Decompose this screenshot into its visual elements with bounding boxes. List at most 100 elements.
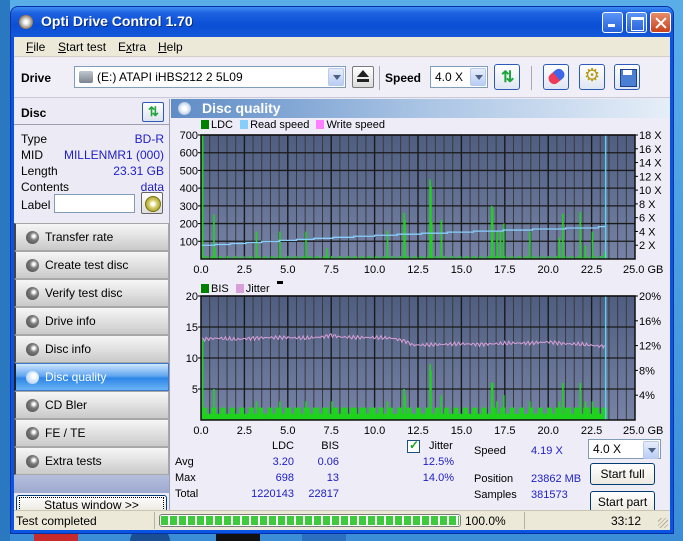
- bis-spike: [503, 395, 505, 420]
- toolbar-divider: [531, 66, 532, 90]
- refresh-button[interactable]: [494, 64, 520, 90]
- eraser-icon[interactable]: [543, 64, 569, 90]
- chevron-down-icon[interactable]: [643, 441, 659, 459]
- settings-gear-icon[interactable]: [579, 64, 605, 90]
- x-tick-label: 7.5: [324, 264, 339, 276]
- minimize-button[interactable]: [602, 12, 623, 33]
- y-tick-label: 5: [192, 384, 198, 396]
- jitter-checkbox[interactable]: [407, 438, 420, 453]
- y2-tick-label: 16%: [639, 316, 661, 328]
- x-tick-label: 2.5: [237, 264, 252, 276]
- menu-label: tra: [132, 40, 147, 54]
- legend-marker: [276, 281, 283, 284]
- nav-spacer: [14, 475, 169, 493]
- test-speed-select[interactable]: 4.0 X: [588, 439, 661, 459]
- disc-label-input[interactable]: [54, 194, 135, 213]
- drive-info-icon: [26, 315, 39, 328]
- nav-create-test-disc[interactable]: Create test disc: [14, 251, 169, 279]
- extra-tests-icon: [26, 455, 39, 468]
- y2-tick-label: 4 X: [639, 226, 656, 238]
- y-tick-label: 100: [180, 236, 198, 248]
- progress-percent: 100.0%: [465, 514, 506, 528]
- speed-select[interactable]: 4.0 X: [430, 66, 488, 88]
- samples-label: Samples: [474, 489, 517, 501]
- x-tick-label: 15.0: [451, 264, 472, 276]
- bis-spike: [430, 370, 432, 420]
- x-tick-label: 25.0 GB: [623, 425, 663, 437]
- samples-value: 381573: [531, 489, 568, 501]
- max-jitter: 14.0%: [422, 472, 454, 484]
- nav-cd-bler[interactable]: CD Bler: [14, 391, 169, 419]
- y2-tick-label: 16 X: [639, 144, 662, 156]
- save-icon[interactable]: [614, 64, 640, 90]
- title-bar[interactable]: Opti Drive Control 1.70: [11, 7, 673, 37]
- bis-spike: [279, 401, 281, 420]
- status-text: Test completed: [16, 514, 97, 528]
- status-bar: Test completed 100.0% 33:12: [14, 510, 670, 530]
- start-full-button[interactable]: Start full: [590, 463, 655, 485]
- menu-help[interactable]: Help: [158, 40, 183, 54]
- close-button[interactable]: [650, 12, 671, 33]
- section-title: Disc quality: [202, 100, 281, 116]
- y-tick-label: 300: [180, 201, 198, 213]
- nav-label: Extra tests: [45, 454, 102, 468]
- x-tick-label: 5.0: [280, 264, 295, 276]
- ldc-swatch: [201, 120, 209, 129]
- x-tick-label: 2.5: [237, 425, 252, 437]
- y2-tick-label: 14 X: [639, 158, 662, 170]
- x-tick-label: 0.0: [193, 264, 208, 276]
- toolbar: Drive (E:) ATAPI iHBS212 2 5L09 Speed 4.…: [14, 58, 670, 98]
- nav-verify-test-disc[interactable]: Verify test disc: [14, 279, 169, 307]
- bis-chart: 5 10 15 20 4% 8% 12% 16% 20% 0.0 2.5 5.0 7.5 10.0 12.5…: [186, 291, 664, 437]
- x-tick-label: 0.0: [193, 425, 208, 437]
- disc-panel-header: Disc: [14, 99, 170, 125]
- bis-spike: [584, 401, 587, 420]
- fe-te-icon: [26, 427, 39, 440]
- read-speed-swatch: [240, 120, 249, 129]
- ldc-spike: [440, 220, 443, 259]
- chevron-down-icon[interactable]: [328, 68, 344, 86]
- nav-fe-te[interactable]: FE / TE: [14, 419, 169, 447]
- y-tick-label: 500: [180, 165, 198, 177]
- bis-spike: [440, 395, 443, 420]
- menu-start-test[interactable]: Start test: [58, 40, 106, 54]
- drive-value: (E:) ATAPI iHBS212 2 5L09: [97, 70, 243, 84]
- nav-disc-quality[interactable]: Disc quality: [14, 363, 169, 391]
- resize-grip[interactable]: [658, 518, 668, 528]
- x-tick-label: 22.5: [581, 264, 602, 276]
- eject-button[interactable]: [352, 66, 374, 88]
- menu-label: tart test: [66, 40, 107, 54]
- nav-transfer-rate[interactable]: Transfer rate: [14, 223, 169, 251]
- menu-extra[interactable]: Extra: [118, 40, 146, 54]
- info-key: Contents: [21, 180, 70, 194]
- x-tick-label: 17.5: [494, 425, 515, 437]
- max-ldc: 698: [275, 472, 294, 484]
- y2-tick-label: 18 X: [639, 130, 662, 142]
- nav-drive-info[interactable]: Drive info: [14, 307, 169, 335]
- drive-select[interactable]: (E:) ATAPI iHBS212 2 5L09: [74, 66, 346, 88]
- ldc-spike: [499, 230, 502, 259]
- elapsed-time: 33:12: [611, 514, 642, 528]
- nav-disc-info[interactable]: Disc info: [14, 335, 169, 363]
- menu-file[interactable]: File: [26, 40, 45, 54]
- client-area: File Start test Extra Help Drive (E:) AT…: [14, 37, 670, 530]
- bis-spike: [496, 401, 498, 420]
- maximize-button[interactable]: [626, 12, 647, 33]
- menu-accel: S: [58, 40, 67, 54]
- disc-label-button[interactable]: [141, 192, 163, 214]
- speed-stat-label: Speed: [474, 445, 506, 457]
- chevron-down-icon[interactable]: [470, 68, 486, 86]
- y2-tick-label: 4%: [639, 390, 655, 402]
- bis-spike: [562, 382, 564, 420]
- y2-tick-label: 6 X: [639, 213, 656, 225]
- total-ldc: 1220143: [251, 488, 294, 500]
- info-key: Type: [21, 132, 48, 146]
- bis-spike: [386, 401, 389, 420]
- disc-header-label: Disc: [21, 106, 47, 120]
- nav-label: Transfer rate: [45, 230, 114, 244]
- menu-label: E: [118, 40, 127, 54]
- nav-extra-tests[interactable]: Extra tests: [14, 447, 169, 475]
- y2-tick-label: 2 X: [639, 240, 656, 252]
- y-tick-label: 10: [186, 353, 198, 365]
- disc-refresh-button[interactable]: [142, 102, 164, 122]
